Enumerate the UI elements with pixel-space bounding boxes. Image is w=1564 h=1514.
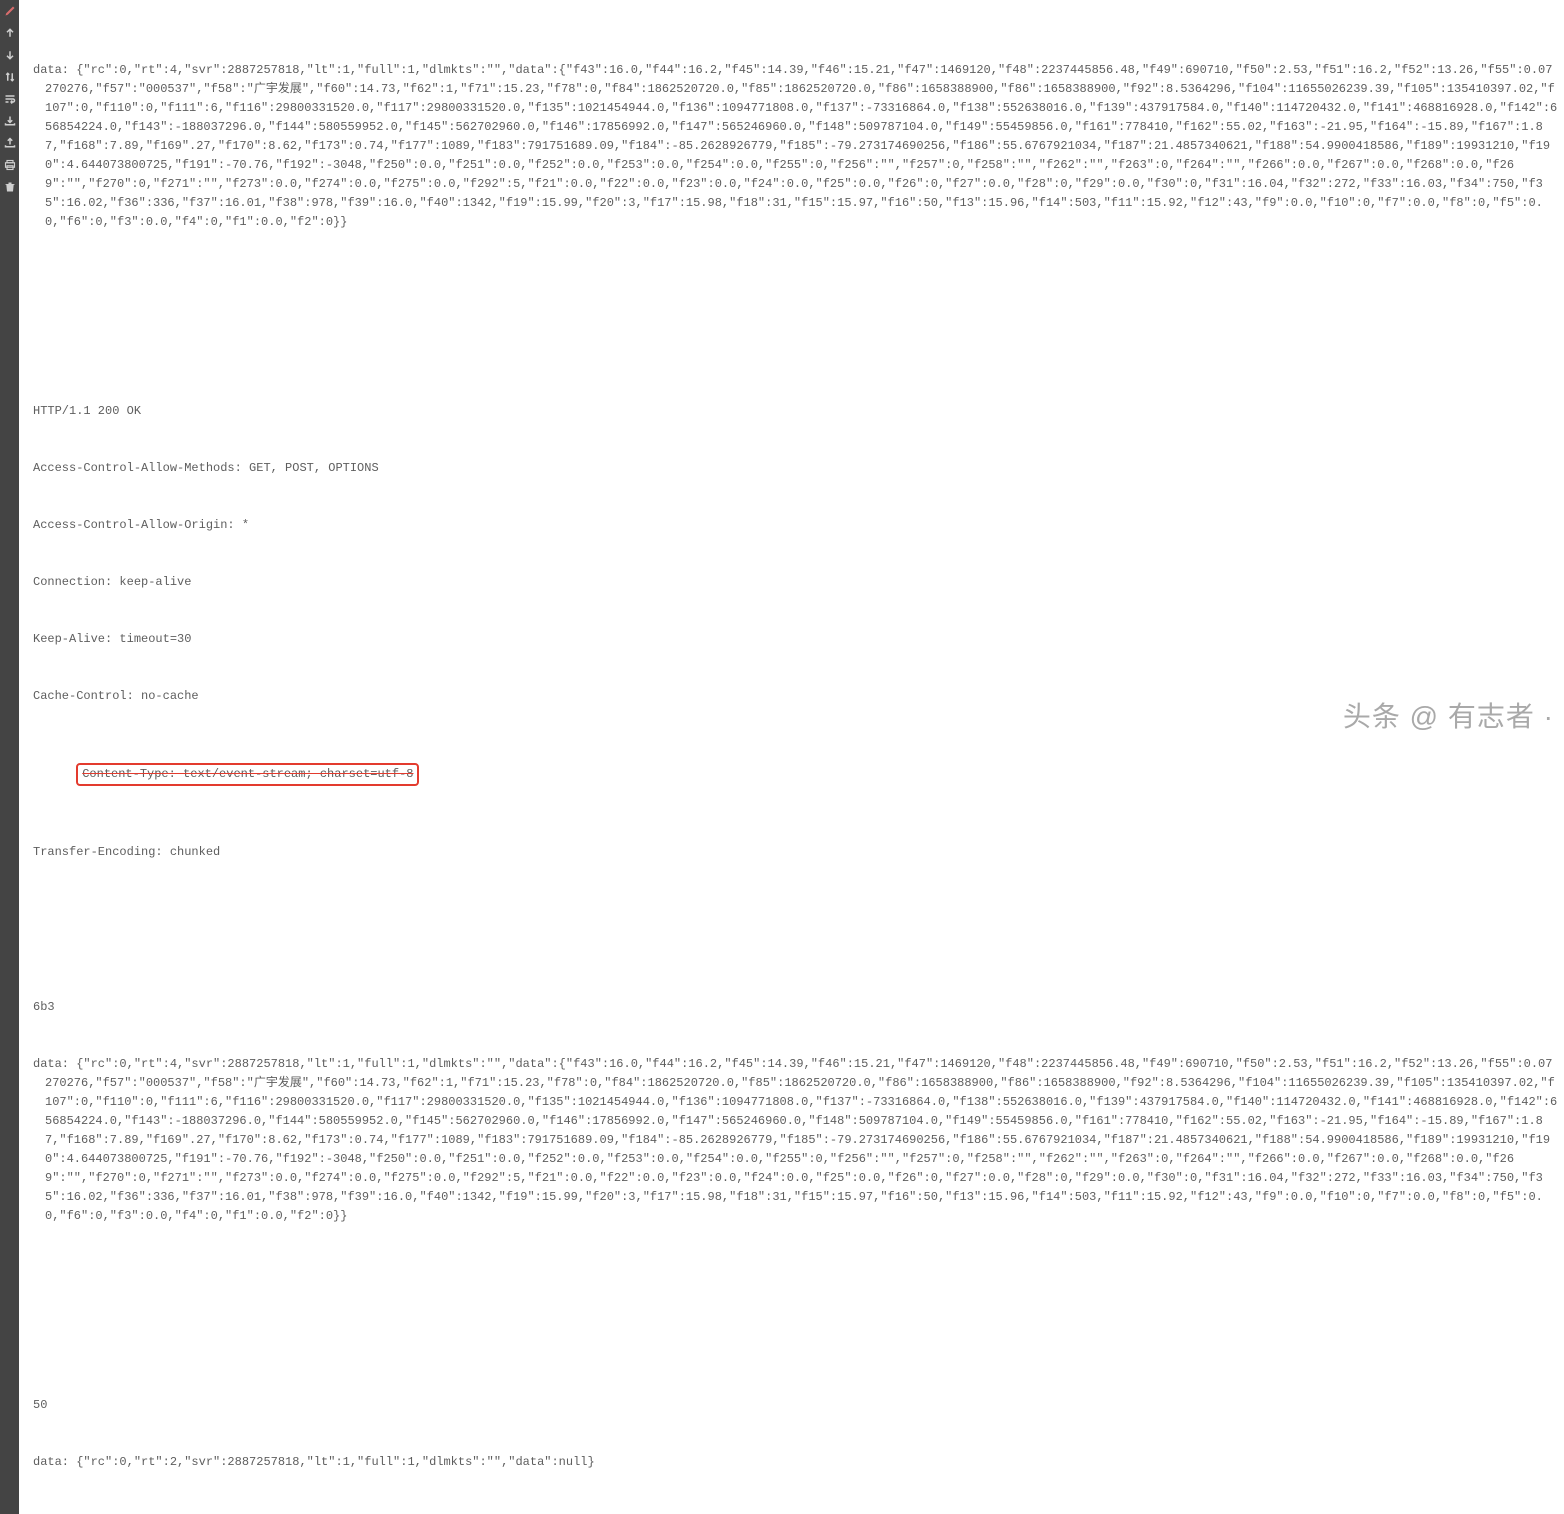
header-keep-alive: Keep-Alive: timeout=30 (33, 630, 1558, 649)
http-status-line: HTTP/1.1 200 OK (33, 402, 1558, 421)
import-icon[interactable] (3, 114, 17, 128)
sse-data-block-3: data: {"rc":0,"rt":2,"svr":2887257818,"l… (33, 1453, 1558, 1472)
wrap-icon[interactable] (3, 92, 17, 106)
arrow-up-icon[interactable] (3, 26, 17, 40)
trash-icon[interactable] (3, 180, 17, 194)
raw-response-viewer[interactable]: data: {"rc":0,"rt":4,"svr":2887257818,"l… (19, 0, 1564, 1514)
chunk-size-50: 50 (33, 1396, 1558, 1415)
header-allow-methods: Access-Control-Allow-Methods: GET, POST,… (33, 459, 1558, 478)
export-icon[interactable] (3, 136, 17, 150)
arrow-down-icon[interactable] (3, 48, 17, 62)
header-allow-origin: Access-Control-Allow-Origin: * (33, 516, 1558, 535)
header-connection: Connection: keep-alive (33, 573, 1558, 592)
content-type-strike: Content-Type: text/event-stream; charset… (76, 763, 419, 786)
sse-data-block-1: data: {"rc":0,"rt":4,"svr":2887257818,"l… (33, 61, 1558, 232)
app-root: data: {"rc":0,"rt":4,"svr":2887257818,"l… (0, 0, 1564, 1514)
header-content-type-highlighted: Content-Type: text/event-stream; charset… (33, 744, 1558, 805)
pencil-icon[interactable] (3, 4, 17, 18)
header-transfer-encoding: Transfer-Encoding: chunked (33, 843, 1558, 862)
print-icon[interactable] (3, 158, 17, 172)
left-toolbar (0, 0, 19, 1514)
sort-icon[interactable] (3, 70, 17, 84)
chunk-size-6b3: 6b3 (33, 998, 1558, 1017)
header-cache-control: Cache-Control: no-cache (33, 687, 1558, 706)
sse-data-block-2: data: {"rc":0,"rt":4,"svr":2887257818,"l… (33, 1055, 1558, 1226)
